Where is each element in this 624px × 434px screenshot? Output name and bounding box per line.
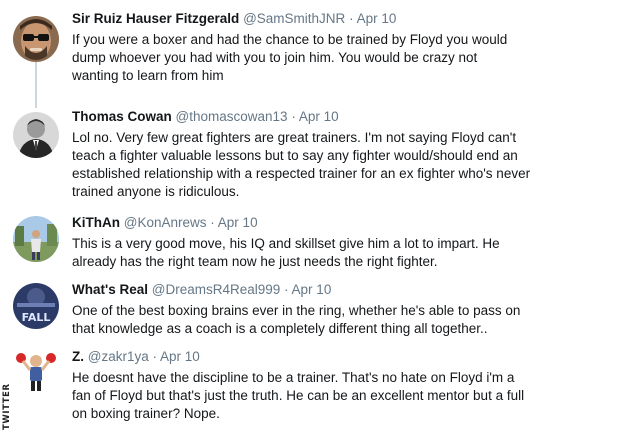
tweet-thread: Sir Ruiz Hauser Fitzgerald @SamSmithJNR …: [0, 0, 624, 434]
tweet-text-line: One of the best boxing brains ever in th…: [72, 303, 521, 318]
tweet-header: Thomas Cowan @thomascowan13 · Apr 10: [72, 108, 617, 126]
avatar[interactable]: [13, 16, 59, 62]
tweet-text-line: Lol no. Very few great fighters are grea…: [72, 130, 517, 145]
tweet-text-line: dump whoever you had with you to join hi…: [72, 50, 478, 65]
avatar[interactable]: [13, 348, 59, 394]
tweet-date[interactable]: Apr 10: [357, 11, 397, 26]
tweet-content: Sir Ruiz Hauser Fitzgerald @SamSmithJNR …: [72, 10, 617, 85]
user-handle[interactable]: @thomascowan13: [176, 109, 288, 124]
avatar[interactable]: [13, 112, 59, 158]
separator: ·: [284, 282, 289, 297]
tweet-text: If you were a boxer and had the chance t…: [72, 31, 612, 85]
tweet-header: Sir Ruiz Hauser Fitzgerald @SamSmithJNR …: [72, 10, 617, 28]
tweet-text: This is a very good move, his IQ and ski…: [72, 235, 612, 271]
avatar-text: FALL: [22, 311, 51, 324]
user-handle[interactable]: @zakr1ya: [88, 349, 149, 364]
tweet-text-line: He doesnt have the discipline to be a tr…: [72, 370, 515, 385]
twitter-watermark: TWITTER: [1, 383, 13, 430]
tweet-header: What's Real @DreamsR4Real999 · Apr 10: [72, 281, 617, 299]
tweet-content: What's Real @DreamsR4Real999 · Apr 10 On…: [72, 281, 617, 338]
user-handle[interactable]: @SamSmithJNR: [243, 11, 345, 26]
avatar-fall-poster-image: FALL: [13, 283, 59, 329]
avatar-person-outdoors-image: [13, 216, 59, 262]
tweet-text-line: trained anyone is ridiculous.: [72, 184, 240, 199]
tweet-text-line: that knowledge as a coach is a completel…: [72, 321, 488, 336]
tweet-text: One of the best boxing brains ever in th…: [72, 302, 612, 338]
tweet-text-line: If you were a boxer and had the chance t…: [72, 32, 508, 47]
tweet-header: KiThAn @KonAnrews · Apr 10: [72, 214, 617, 232]
tweet-text-line: established relationship with a respecte…: [72, 166, 531, 181]
avatar-boxer-cartoon-image: [13, 348, 59, 394]
tweet-text-line: wanting to learn from him: [72, 68, 224, 83]
tweet-content: Z. @zakr1ya · Apr 10 He doesnt have the …: [72, 348, 617, 423]
tweet-text-line: This is a very good move, his IQ and ski…: [72, 236, 500, 251]
thread-connector-line: [35, 62, 37, 108]
tweet-text-line: already has the right team now he just n…: [72, 254, 438, 269]
avatar-sunglasses-man-image: [13, 16, 59, 62]
display-name[interactable]: Sir Ruiz Hauser Fitzgerald: [72, 11, 239, 26]
user-handle[interactable]: @KonAnrews: [124, 215, 207, 230]
tweet-text-line: on boxing trainer? Nope.: [72, 406, 220, 421]
tweet-text-line: teach a fighter valuable lessons but to …: [72, 148, 518, 163]
tweet-date[interactable]: Apr 10: [299, 109, 339, 124]
separator: ·: [291, 109, 296, 124]
separator: ·: [210, 215, 215, 230]
tweet-date[interactable]: Apr 10: [218, 215, 258, 230]
tweet-header: Z. @zakr1ya · Apr 10: [72, 348, 617, 366]
display-name[interactable]: What's Real: [72, 282, 148, 297]
user-handle[interactable]: @DreamsR4Real999: [152, 282, 281, 297]
display-name[interactable]: KiThAn: [72, 215, 120, 230]
tweet-content: Thomas Cowan @thomascowan13 · Apr 10 Lol…: [72, 108, 617, 201]
avatar[interactable]: FALL: [13, 283, 59, 329]
tweet-text: Lol no. Very few great fighters are grea…: [72, 129, 612, 201]
tweet-date[interactable]: Apr 10: [160, 349, 200, 364]
separator: ·: [152, 349, 158, 364]
avatar[interactable]: [13, 216, 59, 262]
tweet-text: He doesnt have the discipline to be a tr…: [72, 369, 612, 423]
tweet-date[interactable]: Apr 10: [292, 282, 332, 297]
tweet-text-line: fan of Floyd but that's just the truth. …: [72, 388, 525, 403]
display-name[interactable]: Thomas Cowan: [72, 109, 172, 124]
avatar-suited-man-image: [13, 112, 59, 158]
tweet-content: KiThAn @KonAnrews · Apr 10 This is a ver…: [72, 214, 617, 271]
display-name[interactable]: Z.: [72, 349, 84, 364]
watermark-text: TWITTER: [2, 383, 12, 430]
separator: ·: [349, 11, 354, 26]
